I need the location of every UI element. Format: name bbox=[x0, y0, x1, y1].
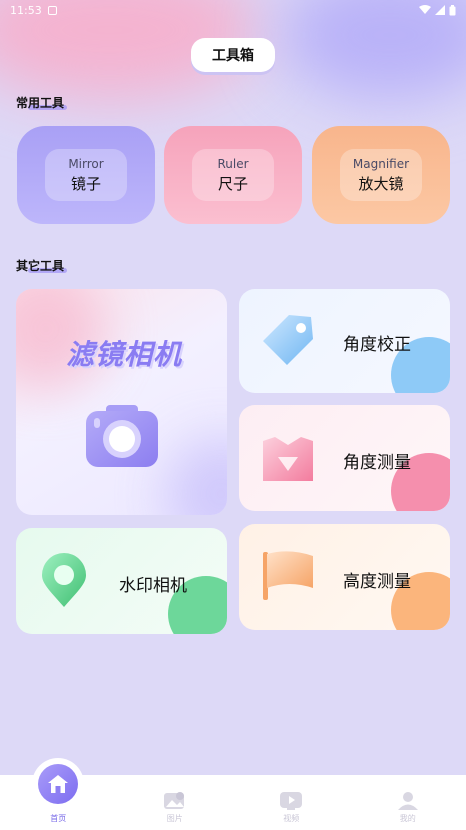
watermark-camera-label: 水印相机 bbox=[119, 576, 187, 596]
nav-video[interactable]: 视频 bbox=[233, 775, 350, 830]
nav-profile[interactable]: 我的 bbox=[350, 775, 466, 830]
battery-icon bbox=[449, 4, 456, 15]
signal-icon bbox=[435, 5, 445, 15]
angle-measure-label: 角度测量 bbox=[343, 453, 411, 473]
video-icon bbox=[280, 792, 303, 810]
magnifier-label-box: Magnifier 放大镜 bbox=[340, 149, 422, 201]
ruler-label-box: Ruler 尺子 bbox=[192, 149, 274, 201]
image-icon bbox=[163, 792, 184, 809]
ruler-card[interactable]: Ruler 尺子 bbox=[164, 126, 302, 224]
status-bar: 11:53 bbox=[0, 0, 466, 20]
clock: 11:53 bbox=[10, 3, 42, 17]
filter-camera-card[interactable]: 滤镜相机 bbox=[16, 289, 227, 515]
height-measure-card[interactable]: 高度测量 bbox=[239, 524, 450, 630]
angle-measure-card[interactable]: 角度测量 bbox=[239, 405, 450, 511]
nav-profile-label: 我的 bbox=[399, 814, 416, 823]
section-other-tools-label: 其它工具 bbox=[16, 259, 68, 273]
diamond-icon bbox=[263, 437, 313, 481]
nav-home-label: 首页 bbox=[50, 814, 67, 823]
nav-images[interactable]: 图片 bbox=[117, 775, 234, 830]
flag-icon bbox=[263, 551, 313, 600]
angle-correction-card[interactable]: 角度校正 bbox=[239, 289, 450, 393]
user-icon bbox=[397, 792, 418, 810]
wifi-icon bbox=[419, 5, 431, 14]
mirror-card[interactable]: Mirror 镜子 bbox=[17, 126, 155, 224]
mirror-en-label: Mirror bbox=[68, 156, 104, 171]
home-button[interactable] bbox=[32, 758, 84, 810]
tag-icon bbox=[263, 315, 313, 365]
watermark-camera-card[interactable]: 水印相机 bbox=[16, 528, 227, 634]
camera-icon bbox=[86, 405, 158, 467]
section-common-tools-label: 常用工具 bbox=[16, 96, 68, 110]
nav-video-label: 视频 bbox=[283, 814, 300, 823]
magnifier-en-label: Magnifier bbox=[352, 156, 410, 171]
ruler-cn-label: 尺子 bbox=[217, 174, 248, 193]
mirror-cn-label: 镜子 bbox=[70, 174, 101, 193]
notification-icon bbox=[47, 5, 57, 15]
magnifier-card[interactable]: Magnifier 放大镜 bbox=[312, 126, 450, 224]
location-pin-icon bbox=[42, 553, 86, 607]
height-measure-label: 高度测量 bbox=[343, 572, 411, 592]
home-icon bbox=[48, 775, 68, 793]
magnifier-cn-label: 放大镜 bbox=[358, 174, 404, 193]
page-title: 工具箱 bbox=[191, 38, 275, 72]
nav-images-label: 图片 bbox=[166, 814, 183, 823]
mirror-label-box: Mirror 镜子 bbox=[45, 149, 127, 201]
ruler-en-label: Ruler bbox=[217, 156, 249, 171]
angle-correction-label: 角度校正 bbox=[343, 335, 411, 355]
filter-camera-title: 滤镜相机 bbox=[66, 338, 183, 371]
